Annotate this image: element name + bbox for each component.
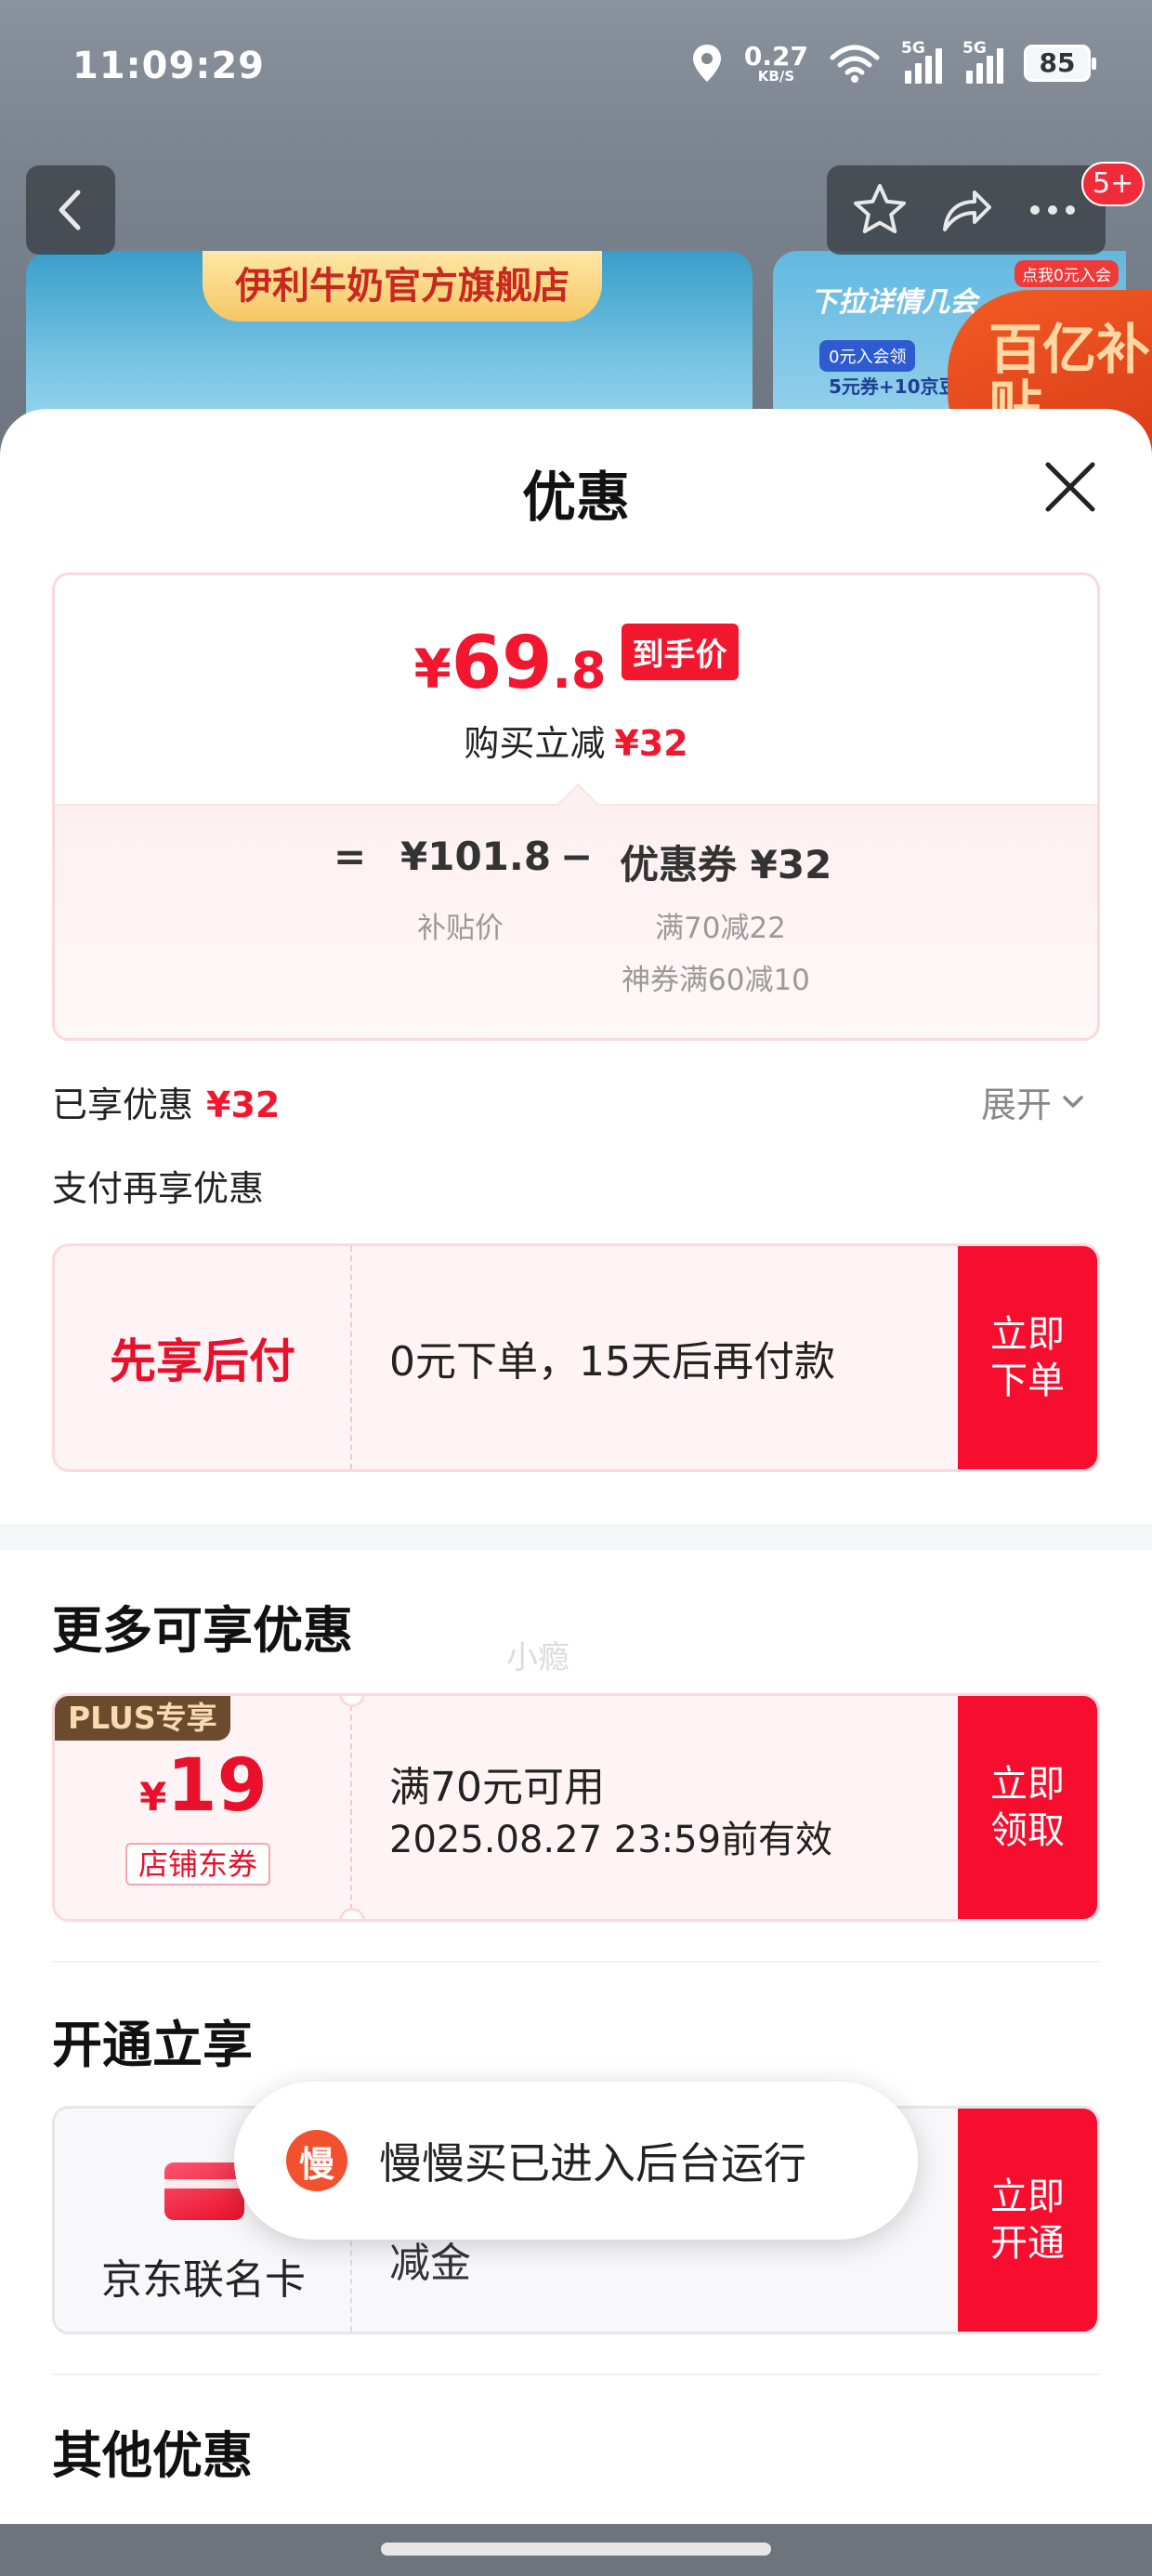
app-icon: 慢	[286, 2130, 347, 2191]
close-icon[interactable]	[1041, 457, 1100, 517]
coupon-condition: 满70元可用	[389, 1764, 605, 1811]
more-offers-title: 更多可享优惠	[52, 1601, 353, 1660]
open-card-button[interactable]: 立即开通	[958, 2109, 1097, 2332]
chevron-down-icon	[1063, 1095, 1083, 1108]
home-indicator[interactable]	[381, 2543, 771, 2556]
coupon-total: 优惠券 ¥32	[620, 842, 832, 887]
toast-text: 慢慢买已进入后台运行	[379, 2138, 806, 2188]
promo-title: 下拉详情几会	[810, 286, 977, 319]
more-icon[interactable]	[1024, 181, 1081, 239]
pay-more-label: 支付再享优惠	[52, 1168, 265, 1209]
price-breakdown-card: ¥69.8 到手价 购买立减 ¥32 = ¥101.8 补贴价 − 优惠券 ¥32 …	[52, 572, 1100, 1041]
status-bar: 11:09:29 0.27 KB/S 5G 5G 85	[0, 37, 1152, 102]
battery-icon: 85	[1024, 45, 1096, 82]
other-offers-title: 其他优惠	[52, 2426, 253, 2485]
promo-detail: 5元券+10京豆	[829, 375, 958, 398]
back-button[interactable]	[26, 165, 115, 255]
divider	[52, 1961, 1100, 1963]
pay-later-desc: 0元下单，15天后再付款	[389, 1338, 835, 1386]
location-icon	[692, 45, 721, 82]
claim-coupon-button[interactable]: 立即领取	[958, 1696, 1097, 1919]
notification-badge: 5+	[1081, 162, 1145, 206]
wifi-icon	[830, 45, 880, 83]
coupon-amount: ¥19	[139, 1744, 268, 1828]
minus-sign: −	[560, 834, 594, 879]
credit-card-icon	[164, 2162, 244, 2220]
open-benefits-title: 开通立享	[52, 2016, 253, 2074]
final-price-tag: 到手价	[621, 624, 739, 680]
order-now-button[interactable]: 立即下单	[958, 1246, 1097, 1469]
background-running-toast: 慢 慢慢买已进入后台运行	[234, 2082, 918, 2240]
expand-button[interactable]: 展开	[981, 1076, 1087, 1127]
status-icons: 0.27 KB/S 5G 5G 85	[690, 39, 1096, 85]
coupon-rule-1: 满70减22	[655, 912, 786, 945]
joint-card-name: 京东联名卡	[101, 2256, 306, 2304]
net-speed: 0.27 KB/S	[743, 40, 808, 85]
coupon-type-label: 店铺东券	[125, 1843, 271, 1886]
promo-sub: 0元入会领	[819, 340, 916, 372]
signal-sim2-icon: 5G	[962, 39, 1003, 84]
coupon-validity: 2025.08.27 23:59前有效	[389, 1819, 833, 1861]
star-icon[interactable]	[851, 181, 909, 239]
enjoyed-discount: 已享优惠 ¥32	[52, 1084, 281, 1125]
subsidy-price: ¥101.8	[400, 834, 552, 879]
sheet-title: 优惠	[521, 466, 630, 529]
top-toolbar	[827, 165, 1106, 255]
signal-sim1-icon: 5G	[901, 39, 942, 84]
store-coupon-card: PLUS专享 ¥19 店铺东券 满70元可用 2025.08.27 23:59前…	[52, 1693, 1100, 1922]
chevron-left-icon	[59, 190, 81, 230]
promo-pill: 点我0元入会	[1015, 260, 1119, 287]
coupon-rule-2: 神券满60减10	[622, 964, 810, 997]
store-banner-title: 伊利牛奶官方旗舰店	[203, 251, 602, 322]
reduce-line: 购买立减 ¥32	[464, 723, 688, 764]
section-divider	[0, 1524, 1152, 1550]
pay-later-title: 先享后付	[110, 1334, 295, 1388]
equals-sign: =	[334, 834, 367, 879]
watermark: 小瘾	[506, 1639, 569, 1676]
final-price: ¥69.8 到手价	[55, 622, 1097, 705]
share-icon[interactable]	[937, 181, 995, 239]
subsidy-label: 补贴价	[417, 912, 504, 945]
clock: 11:09:29	[72, 45, 265, 87]
plus-exclusive-tag: PLUS专享	[55, 1696, 230, 1741]
divider	[52, 2373, 1100, 2375]
pay-later-card: 先享后付 0元下单，15天后再付款 立即下单	[52, 1243, 1100, 1472]
